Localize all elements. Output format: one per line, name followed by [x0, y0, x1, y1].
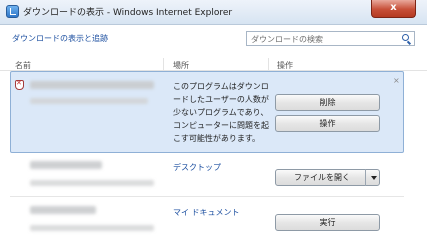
location-link-desktop[interactable]: デスクトップ: [173, 162, 221, 173]
blocked-shield-icon: [15, 79, 24, 90]
dismiss-icon[interactable]: ×: [393, 76, 400, 85]
search-input[interactable]: ダウンロードの検索: [246, 31, 415, 46]
open-file-label: ファイルを開く: [294, 173, 350, 182]
close-window-button[interactable]: x: [371, 0, 416, 18]
ie-download-icon: [6, 5, 19, 18]
search-icon[interactable]: [402, 34, 409, 41]
redacted-filename: [30, 161, 102, 169]
redacted-source: [30, 225, 154, 231]
chevron-down-icon[interactable]: [371, 176, 377, 180]
window-title: ダウンロードの表示 - Windows Internet Explorer: [23, 8, 233, 18]
search-placeholder: ダウンロードの検索: [251, 35, 323, 44]
run-button[interactable]: 実行: [275, 214, 380, 231]
redacted-filename: [30, 81, 154, 89]
view-track-downloads-heading: ダウンロードの表示と追跡: [12, 34, 108, 43]
title-bar: ダウンロードの表示 - Windows Internet Explorer x: [0, 0, 427, 25]
location-link-documents[interactable]: マイ ドキュメント: [173, 207, 240, 218]
column-separator: [163, 58, 164, 70]
column-separator: [268, 58, 269, 70]
delete-button[interactable]: 削除: [275, 94, 380, 111]
actions-button[interactable]: 操作: [275, 115, 380, 132]
row-divider: [10, 196, 404, 197]
redacted-filename: [30, 206, 96, 214]
split-button-divider: [365, 169, 366, 186]
redacted-source: [30, 180, 154, 186]
redacted-source: [30, 98, 148, 104]
reputation-warning-text: このプログラムはダウンロードしたユーザーの人数が少ないプログラムであり、コンピュ…: [173, 82, 269, 143]
